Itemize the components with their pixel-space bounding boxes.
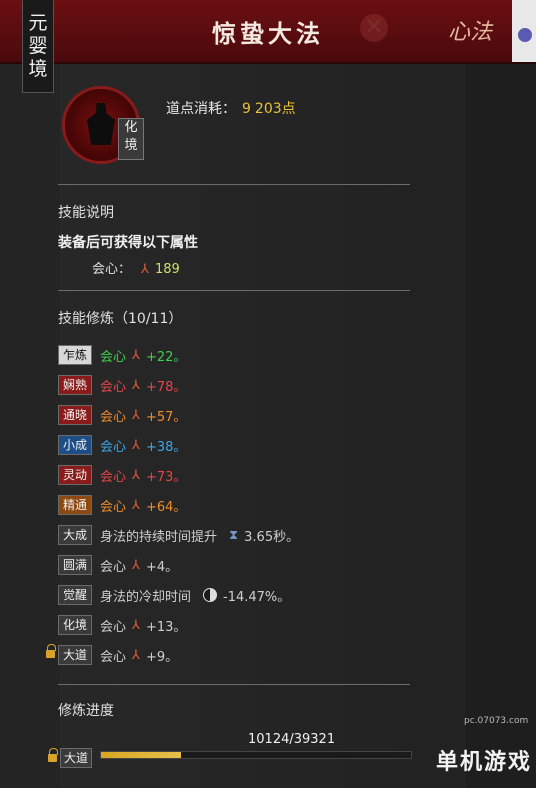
cost-label: 道点消耗：: [166, 101, 236, 117]
cost-line: 道点消耗： 9 203点: [166, 98, 296, 118]
crit-stat: 会心： ⅄ 189: [92, 258, 180, 277]
divider: [58, 290, 410, 291]
attr-value: 3.65秒。: [244, 529, 300, 545]
cooldown-icon: [203, 588, 218, 602]
attr-label: 会心: [100, 409, 127, 425]
crit-icon: ⅄: [132, 347, 140, 363]
training-row: 觉醒 身法的冷却时间 -14.47%。: [58, 580, 418, 610]
level-badge: 乍炼: [58, 345, 92, 365]
level-badge: 大道: [58, 645, 92, 665]
crit-icon: ⅄: [132, 557, 140, 573]
attr-label: 身法的持续时间提升: [100, 529, 218, 545]
attr-label: 会心: [100, 469, 127, 485]
description-title: 技能说明: [58, 205, 114, 221]
attr-value: +22。: [145, 349, 187, 365]
watermark-url: pc.07073.com: [464, 716, 529, 726]
stat-value: 189: [154, 262, 180, 277]
attr-value: +9。: [145, 649, 179, 665]
attr-value: +78。: [145, 379, 187, 395]
attr-label: 会心: [100, 349, 127, 365]
crit-icon: ⅄: [132, 437, 140, 453]
category-tag: 心法: [448, 20, 493, 45]
crit-icon: ⅄: [141, 262, 149, 277]
crit-icon: ⅄: [132, 467, 140, 483]
crit-icon: ⅄: [132, 617, 140, 633]
hourglass-icon: ⧗: [229, 527, 239, 543]
level-badge: 化境: [58, 615, 92, 635]
level-badge: 灵动: [58, 465, 92, 485]
stat-label: 会心：: [92, 262, 132, 277]
training-row: 大道 会心 ⅄ +9。: [46, 640, 418, 670]
level-badge: 觉醒: [58, 585, 92, 605]
attr-label: 会心: [100, 499, 127, 515]
attr-label: 会心: [100, 379, 127, 395]
level-badge: 娴熟: [58, 375, 92, 395]
realm-char: 境: [28, 57, 48, 80]
attr-value: +13。: [145, 619, 187, 635]
lock-icon: [46, 644, 56, 659]
attr-label: 会心: [100, 619, 127, 635]
description-text: 装备后可获得以下属性: [58, 235, 198, 251]
cost-value: 203点: [254, 101, 296, 117]
realm-tag: 元 婴 境: [22, 0, 54, 93]
training-list: 乍炼 会心 ⅄ +22。 娴熟 会心 ⅄ +78。 通晓 会心 ⅄ +57。 小…: [46, 340, 418, 670]
background-panel-left: [0, 60, 60, 788]
training-row: 圆满 会心 ⅄ +4。: [58, 550, 418, 580]
crit-icon: ⅄: [132, 497, 140, 513]
level-badge: 大成: [58, 525, 92, 545]
training-row: 灵动 会心 ⅄ +73。: [58, 460, 418, 490]
attr-value: +64。: [145, 499, 187, 515]
attr-value: +4。: [145, 559, 179, 575]
training-row: 化境 会心 ⅄ +13。: [58, 610, 418, 640]
lock-icon: [48, 748, 58, 763]
level-badge: 小成: [58, 435, 92, 455]
level-badge: 精通: [58, 495, 92, 515]
training-row: 小成 会心 ⅄ +38。: [58, 430, 418, 460]
attr-label: 身法的冷却时间: [100, 589, 192, 605]
circle-icon: [518, 28, 532, 42]
cloaked-figure-icon: [87, 103, 115, 145]
background-panel-right: [466, 60, 536, 788]
attr-value: +73。: [145, 469, 187, 485]
training-title: 技能修炼（10/11）: [58, 311, 183, 327]
training-row: 乍炼 会心 ⅄ +22。: [58, 340, 418, 370]
training-row: 通晓 会心 ⅄ +57。: [58, 400, 418, 430]
divider: [58, 684, 410, 685]
progress-title: 修炼进度: [58, 703, 114, 719]
training-row: 精通 会心 ⅄ +64。: [58, 490, 418, 520]
progress-level-badge: 大道: [60, 748, 93, 768]
realm-char: 婴: [28, 34, 48, 57]
attr-value: -14.47%。: [223, 589, 291, 605]
level-badge: 通晓: [58, 405, 92, 425]
progress-bar: [100, 751, 412, 759]
divider: [58, 184, 410, 185]
level-badge: 圆满: [58, 555, 92, 575]
crit-icon: ⅄: [132, 407, 140, 423]
map-pin-icon: 9: [242, 101, 251, 117]
progress-text: 10124/39321: [248, 732, 336, 747]
realm-char: 元: [28, 11, 48, 34]
attr-value: +57。: [145, 409, 187, 425]
training-row: 大成 身法的持续时间提升 ⧗ 3.65秒。: [58, 520, 418, 550]
training-row: 娴熟 会心 ⅄ +78。: [58, 370, 418, 400]
tier-badge: 化境: [118, 118, 144, 160]
watermark-brand: 单机游戏: [436, 750, 533, 775]
attr-label: 会心: [100, 559, 127, 575]
crit-icon: ⅄: [132, 377, 140, 393]
attr-value: +38。: [145, 439, 187, 455]
header-bar: 惊蛰大法 ✕ 心法: [0, 0, 536, 64]
crit-icon: ⅄: [132, 647, 140, 663]
side-strip: [512, 0, 536, 62]
attr-label: 会心: [100, 649, 127, 665]
progress-fill: [101, 752, 181, 758]
attr-label: 会心: [100, 439, 127, 455]
close-icon[interactable]: ✕: [360, 14, 388, 42]
